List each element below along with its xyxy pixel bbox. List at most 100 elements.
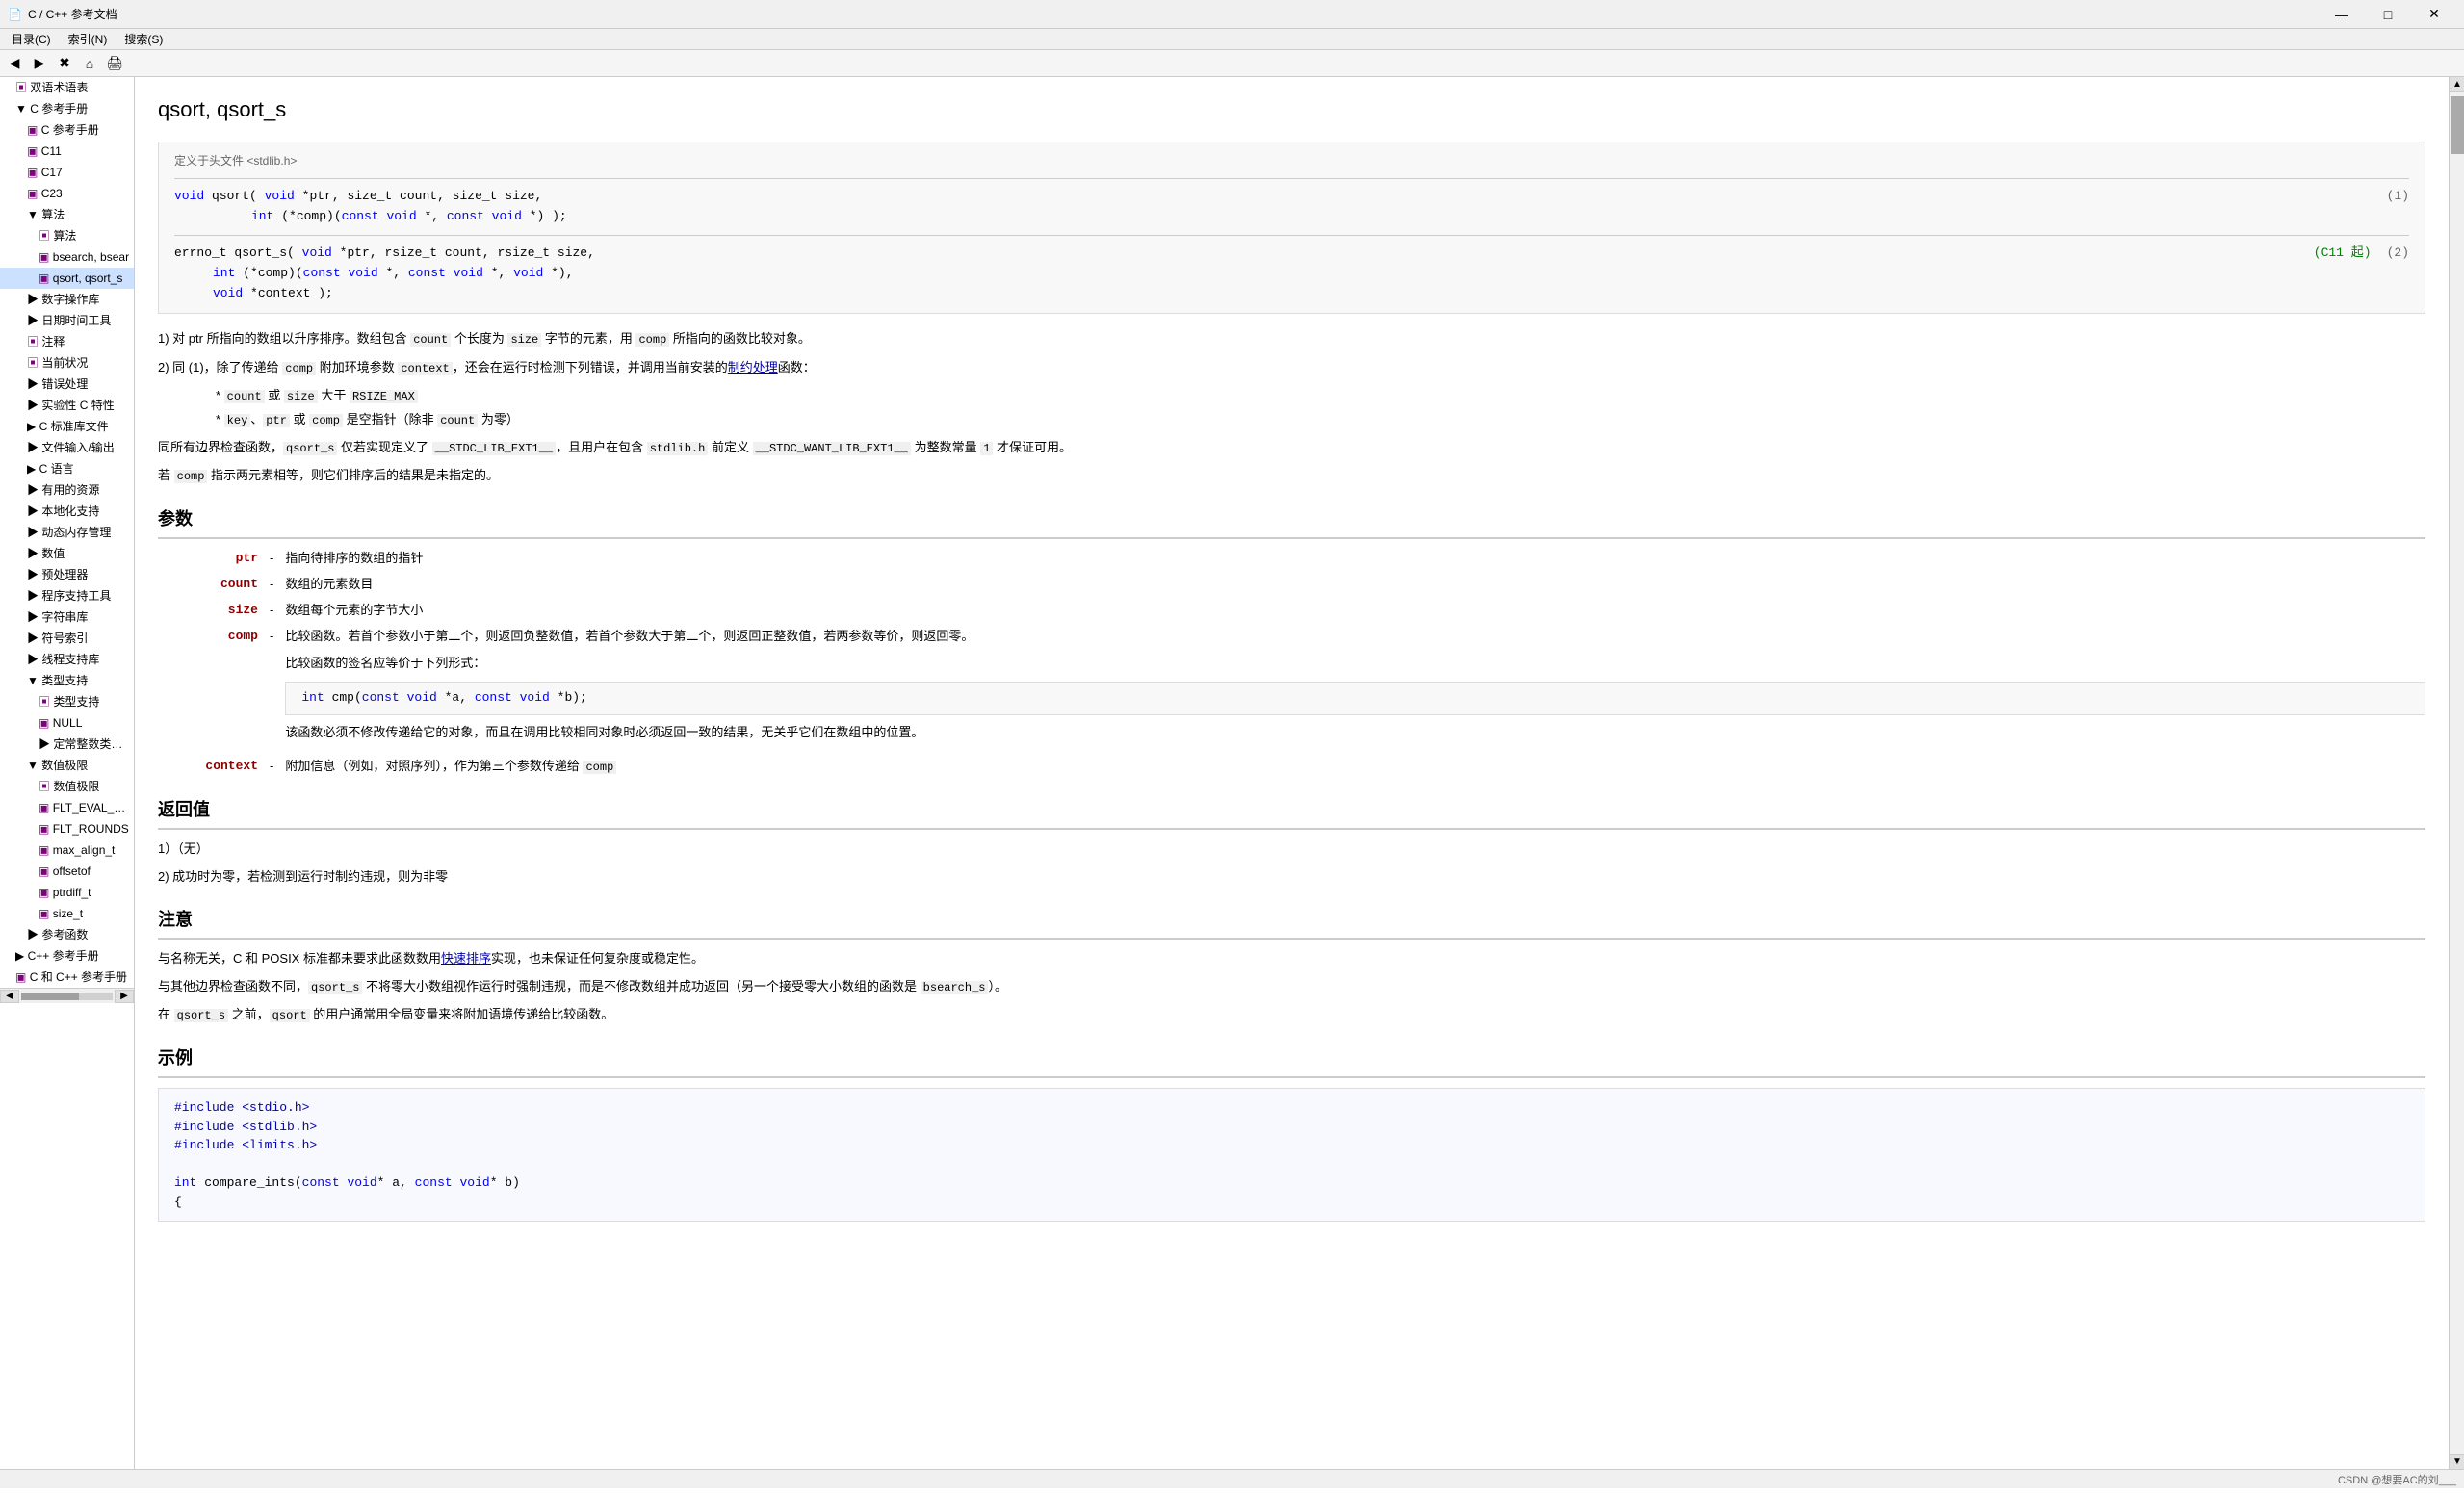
bullet1: * count 或 size 大于 RSIZE_MAX bbox=[216, 386, 2425, 406]
minimize-button[interactable]: — bbox=[2320, 0, 2364, 29]
ic-count: count bbox=[410, 333, 451, 347]
titlebar-controls[interactable]: — □ ✕ bbox=[2320, 0, 2456, 29]
scroll-up-btn[interactable]: ▲ bbox=[2450, 77, 2464, 92]
sidebar-item-sizet[interactable]: ▣ size_t bbox=[0, 903, 134, 924]
kw-int-1: int bbox=[251, 209, 281, 223]
sidebar-item-flt-eval[interactable]: ▣ FLT_EVAL_ME bbox=[0, 797, 134, 818]
sidebar-item-locale[interactable]: ▶ 本地化支持 bbox=[0, 501, 134, 522]
home-button[interactable]: ⌂ bbox=[79, 53, 100, 74]
return-heading: 返回值 bbox=[158, 796, 2425, 830]
hscroll-track[interactable] bbox=[21, 993, 113, 1000]
scroll-down-btn[interactable]: ▼ bbox=[2450, 1454, 2464, 1469]
sidebar[interactable]: ▣ 双语术语表 ▼ C 参考手册 ▣ C 参考手册 ▣ C11 ▣ C17 ▣ … bbox=[0, 77, 135, 1469]
code-line-3: #include <limits.h> bbox=[174, 1136, 2409, 1155]
tree-icon-algo: ▣ bbox=[39, 229, 50, 243]
sidebar-item-progtools[interactable]: ▶ 程序支持工具 bbox=[0, 585, 134, 606]
sidebar-item-algorithm[interactable]: ▼ 算法 bbox=[0, 204, 134, 225]
sidebar-item-comment[interactable]: ▣ 注释 bbox=[0, 331, 134, 352]
sidebar-item-null[interactable]: ▣ NULL bbox=[0, 712, 134, 734]
expand-cpp-icon: ▶ bbox=[15, 949, 24, 963]
param-context-desc: 附加信息（例如，对照序列），作为第三个参数传递给 comp bbox=[285, 757, 2425, 777]
sidebar-item-fixedint[interactable]: ▶ 定常整数类型（ bbox=[0, 734, 134, 755]
tree-icon-bsearch: ▣ bbox=[39, 250, 49, 264]
ic-comp2: comp bbox=[282, 362, 316, 375]
sidebar-item-threads[interactable]: ▶ 线程支持库 bbox=[0, 649, 134, 670]
sidebar-item-glossary[interactable]: ▣ 双语术语表 bbox=[0, 77, 134, 98]
tree-icon-st: ▣ bbox=[39, 907, 49, 920]
maximize-button[interactable]: □ bbox=[2366, 0, 2410, 29]
expand-type-icon: ▼ bbox=[27, 674, 39, 687]
back-button[interactable]: ◀ bbox=[4, 53, 25, 74]
tree-icon-combined: ▣ bbox=[15, 970, 26, 984]
sidebar-item-stdlib[interactable]: ▶ C 标准库文件 bbox=[0, 416, 134, 437]
sidebar-item-numlimits-inner[interactable]: ▣ 数值极限 bbox=[0, 776, 134, 797]
sidebar-item-memory[interactable]: ▶ 动态内存管理 bbox=[0, 522, 134, 543]
stop-button[interactable]: ✖ bbox=[54, 53, 75, 74]
sidebar-item-combined[interactable]: ▣ C 和 C++ 参考手册 bbox=[0, 967, 134, 988]
kw-int-cmp: int bbox=[301, 690, 331, 705]
sig2-void-rest: *), bbox=[551, 266, 573, 280]
param-comp-desc: 比较函数。若首个参数小于第二个，则返回负整数值，若首个参数大于第二个，则返回正整… bbox=[285, 627, 2425, 751]
sig2-line1: errno_t qsort_s( void *ptr, rsize_t coun… bbox=[174, 244, 2409, 264]
sidebar-item-typesupp[interactable]: ▼ 类型支持 bbox=[0, 670, 134, 691]
menu-item-contents[interactable]: 目录(C) bbox=[4, 29, 59, 49]
link-constraint[interactable]: 制约处理 bbox=[728, 360, 778, 374]
page-title: qsort, qsort_s bbox=[158, 92, 2425, 126]
main-container: ▣ 双语术语表 ▼ C 参考手册 ▣ C 参考手册 ▣ C11 ▣ C17 ▣ … bbox=[0, 77, 2464, 1469]
sidebar-item-reffunc[interactable]: ▶ 参考函数 bbox=[0, 924, 134, 945]
sidebar-item-c-ref[interactable]: ▼ C 参考手册 bbox=[0, 98, 134, 119]
sidebar-item-c11[interactable]: ▣ C11 bbox=[0, 141, 134, 162]
sidebar-item-preproc[interactable]: ▶ 预处理器 bbox=[0, 564, 134, 585]
sidebar-item-c23[interactable]: ▣ C23 bbox=[0, 183, 134, 204]
desc2-para: 2) 同 (1)，除了传递给 comp 附加环境参数 context，还会在运行… bbox=[158, 358, 2425, 378]
sidebar-item-cpp-ref[interactable]: ▶ C++ 参考手册 bbox=[0, 945, 134, 967]
sidebar-item-clang[interactable]: ▶ C 语言 bbox=[0, 458, 134, 479]
kw-const-cmp2: const void bbox=[475, 690, 558, 705]
scroll-right-btn[interactable]: ▶ bbox=[115, 990, 134, 1003]
expand-locale-icon: ▶ bbox=[27, 504, 39, 518]
sidebar-item-typesupp-inner[interactable]: ▣ 类型支持 bbox=[0, 691, 134, 712]
kw-const-4: const void bbox=[408, 266, 491, 280]
forward-button[interactable]: ▶ bbox=[29, 53, 50, 74]
menu-item-index[interactable]: 索引(N) bbox=[61, 29, 116, 49]
sidebar-item-error[interactable]: ▶ 错误处理 bbox=[0, 374, 134, 395]
sidebar-item-fileio[interactable]: ▶ 文件输入/输出 bbox=[0, 437, 134, 458]
scroll-track[interactable] bbox=[2450, 92, 2464, 1454]
tree-icon-nl: ▣ bbox=[39, 780, 50, 793]
code-line-6: { bbox=[174, 1193, 2409, 1212]
sidebar-item-numeric[interactable]: ▶ 数字操作库 bbox=[0, 289, 134, 310]
sidebar-item-symbols[interactable]: ▶ 符号索引 bbox=[0, 628, 134, 649]
sidebar-item-qsort[interactable]: ▣ qsort, qsort_s bbox=[0, 268, 134, 289]
sidebar-hscroll[interactable]: ◀ ▶ bbox=[0, 988, 134, 1003]
sidebar-item-offsetof[interactable]: ▣ offsetof bbox=[0, 861, 134, 882]
param-context-name: context bbox=[181, 757, 258, 777]
sidebar-item-max-align[interactable]: ▣ max_align_t bbox=[0, 839, 134, 861]
sidebar-item-bsearch[interactable]: ▣ bsearch, bsear bbox=[0, 246, 134, 268]
scroll-thumb[interactable] bbox=[2451, 96, 2464, 154]
sidebar-item-numbers[interactable]: ▶ 数值 bbox=[0, 543, 134, 564]
menu-item-search[interactable]: 搜索(S) bbox=[117, 29, 170, 49]
hscroll-thumb[interactable] bbox=[21, 993, 79, 1000]
sidebar-item-algo-inner[interactable]: ▣ 算法 bbox=[0, 225, 134, 246]
right-scrollbar[interactable]: ▲ ▼ bbox=[2449, 77, 2464, 1469]
sidebar-item-flt-rounds[interactable]: ▣ FLT_ROUNDS bbox=[0, 818, 134, 839]
sidebar-item-c17[interactable]: ▣ C17 bbox=[0, 162, 134, 183]
sidebar-item-c-manual[interactable]: ▣ C 参考手册 bbox=[0, 119, 134, 141]
sidebar-item-experimental[interactable]: ▶ 实验性 C 特性 bbox=[0, 395, 134, 416]
close-button[interactable]: ✕ bbox=[2412, 0, 2456, 29]
expand-prog-icon: ▶ bbox=[27, 589, 39, 603]
sidebar-item-ptrdiff[interactable]: ▣ ptrdiff_t bbox=[0, 882, 134, 903]
scroll-left-btn[interactable]: ◀ bbox=[0, 990, 19, 1003]
kw-const-ci2: const void bbox=[415, 1175, 490, 1190]
sidebar-item-resources[interactable]: ▶ 有用的资源 bbox=[0, 479, 134, 501]
print-button[interactable]: 🖨 bbox=[104, 53, 125, 74]
link-quicksort[interactable]: 快速排序 bbox=[441, 951, 491, 966]
sidebar-item-datetime[interactable]: ▶ 日期时间工具 bbox=[0, 310, 134, 331]
param-count-name: count bbox=[181, 575, 258, 595]
sidebar-item-status[interactable]: ▣ 当前状况 bbox=[0, 352, 134, 374]
sig1-line: void qsort( void *ptr, size_t count, siz… bbox=[174, 187, 2409, 207]
param-count-row: count - 数组的元素数目 bbox=[181, 575, 2425, 595]
content-area: qsort, qsort_s 定义于头文件 <stdlib.h> (1) voi… bbox=[135, 77, 2449, 1469]
sidebar-item-numlimits[interactable]: ▼ 数值极限 bbox=[0, 755, 134, 776]
sidebar-item-string[interactable]: ▶ 字符串库 bbox=[0, 606, 134, 628]
